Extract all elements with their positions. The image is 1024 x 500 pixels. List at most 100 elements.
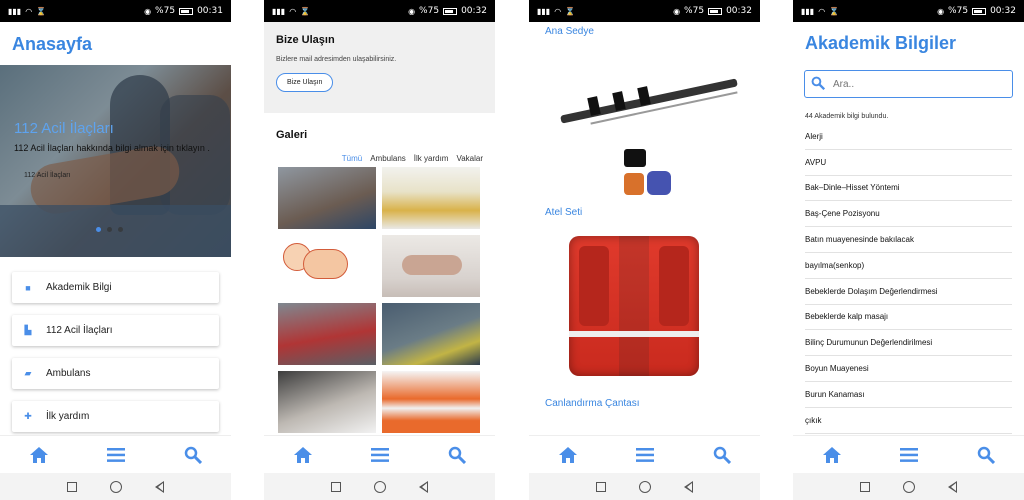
filter-ilk-yardim[interactable]: İlk yardım [414, 154, 449, 163]
home-menu: ■ Akademik Bilgi ▙ 112 Acil İlaçları ▰ Ambu… [0, 257, 231, 432]
home-icon[interactable] [283, 446, 323, 464]
hourglass-icon: ⌛ [829, 6, 840, 16]
search-icon [811, 76, 826, 93]
battery-icon [708, 7, 723, 15]
battery-percent: %75 [948, 6, 969, 16]
stretcher-image[interactable] [529, 37, 760, 207]
home-circle-icon[interactable] [902, 480, 915, 493]
home-circle-icon[interactable] [638, 480, 651, 493]
bottom-nav [793, 435, 1024, 473]
bottom-nav [264, 435, 495, 473]
search-field[interactable] [804, 70, 1013, 98]
equipment-title[interactable]: Ana Sedye [529, 22, 760, 37]
clock: 00:32 [461, 6, 487, 16]
result-count: 44 Akademik bilgi bulundu. [805, 113, 889, 120]
hero-carousel[interactable]: 112 Acil İlaçları 112 Acil İlaçları hakk… [0, 65, 231, 257]
gallery-image[interactable] [382, 235, 480, 297]
list-item[interactable]: Boyun Muayenesi [805, 356, 1012, 382]
back-icon[interactable] [684, 480, 694, 493]
equipment-title[interactable]: Canlandırma Çantası [529, 398, 760, 409]
menu-item-label: Akademik Bilgi [46, 282, 112, 293]
backpack-image[interactable] [529, 218, 760, 398]
equipment-title[interactable]: Atel Seti [529, 207, 760, 218]
search-input[interactable] [833, 78, 1003, 90]
menu-item-ilk-yardim[interactable]: ✚ İlk yardım [12, 401, 219, 432]
filter-vakalar[interactable]: Vakalar [456, 154, 483, 163]
home-circle-icon[interactable] [373, 480, 386, 493]
menu-item-ambulans[interactable]: ▰ Ambulans [12, 358, 219, 389]
medicine-icon: ▙ [24, 325, 32, 335]
eye-icon: ◉ [937, 6, 945, 16]
hero-link[interactable]: 112 Acil İlaçları [24, 172, 71, 179]
gallery-image[interactable] [278, 303, 376, 365]
eye-icon: ◉ [673, 6, 681, 16]
menu-icon[interactable] [889, 447, 929, 462]
signal-icon: ▮▮▮ [8, 6, 22, 16]
contact-section: Bize Ulaşın Bizlere mail adresimden ulaş… [264, 22, 495, 113]
gallery-image[interactable] [382, 303, 480, 365]
screen-home: ▮▮▮ ◠ ⌛ ◉ %75 00:31 Anasayfa 112 Acil İlaçla… [0, 0, 231, 500]
list-item[interactable]: Bebeklerde kalp masajı [805, 305, 1012, 331]
menu-item-akademik-bilgi[interactable]: ■ Akademik Bilgi [12, 272, 219, 303]
system-nav [264, 473, 495, 500]
menu-icon[interactable] [625, 447, 665, 462]
eye-icon: ◉ [144, 6, 152, 16]
list-item[interactable]: Bebeklerde Dolaşım Değerlendirmesi [805, 279, 1012, 305]
search-icon[interactable] [966, 446, 1006, 464]
home-icon[interactable] [812, 446, 852, 464]
screen-contact-gallery: ▮▮▮ ◠ ⌛ ◉ %75 00:32 Bize Ulaşın Bizlere mail… [264, 0, 495, 500]
status-bar: ▮▮▮ ◠ ⌛ ◉ %75 00:32 [529, 0, 760, 22]
gallery-image[interactable] [382, 371, 480, 433]
gallery-title: Galeri [276, 129, 308, 141]
filter-tumu[interactable]: Tümü [342, 154, 362, 163]
back-icon[interactable] [948, 480, 958, 493]
home-icon[interactable] [19, 446, 59, 464]
list-item[interactable]: çıkık [805, 408, 1012, 434]
back-icon[interactable] [419, 480, 429, 493]
home-icon[interactable] [548, 446, 588, 464]
carousel-dots [96, 227, 123, 232]
list-item[interactable]: Bak–Dinle–Hisset Yöntemi [805, 176, 1012, 202]
contact-button[interactable]: Bize Ulaşın [276, 73, 334, 92]
list-item[interactable]: Burun Kanaması [805, 382, 1012, 408]
status-bar: ▮▮▮ ◠ ⌛ ◉ %75 00:31 [0, 0, 231, 22]
system-nav [793, 473, 1024, 500]
carousel-dot[interactable] [96, 227, 101, 232]
list-item[interactable]: AVPU [805, 150, 1012, 176]
menu-icon[interactable] [96, 447, 136, 462]
recents-icon[interactable] [330, 481, 341, 492]
status-bar: ▮▮▮ ◠ ⌛ ◉ %75 00:32 [264, 0, 495, 22]
list-item[interactable]: Baş-Çene Pozisyonu [805, 201, 1012, 228]
filter-ambulans[interactable]: Ambulans [370, 154, 406, 163]
first-aid-icon: ✚ [24, 411, 32, 421]
menu-item-acil-ilaclari[interactable]: ▙ 112 Acil İlaçları [12, 315, 219, 346]
gallery-image[interactable] [278, 235, 376, 297]
wifi-icon: ◠ [554, 6, 562, 16]
search-icon[interactable] [173, 446, 213, 464]
search-icon[interactable] [702, 446, 742, 464]
carousel-dot[interactable] [107, 227, 112, 232]
back-icon[interactable] [155, 480, 165, 493]
list-item[interactable]: Alerji [805, 124, 1012, 150]
carousel-dot[interactable] [118, 227, 123, 232]
recents-icon[interactable] [66, 481, 77, 492]
menu-icon[interactable] [360, 447, 400, 462]
contact-description: Bizlere mail adresimden ulaşabilirsiniz. [276, 56, 397, 63]
gallery-image[interactable] [382, 167, 480, 229]
battery-icon [179, 7, 194, 15]
gallery-image[interactable] [278, 371, 376, 433]
menu-item-label: Ambulans [46, 368, 91, 379]
gallery-image[interactable] [278, 167, 376, 229]
home-circle-icon[interactable] [109, 480, 122, 493]
wifi-icon: ◠ [818, 6, 826, 16]
status-bar: ▮▮▮ ◠ ⌛ ◉ %75 00:32 [793, 0, 1024, 22]
list-item[interactable]: Bilinç Durumunun Değerlendirilmesi [805, 330, 1012, 357]
recents-icon[interactable] [595, 481, 606, 492]
hourglass-icon: ⌛ [36, 6, 47, 16]
list-item[interactable]: bayılma(senkop) [805, 253, 1012, 279]
search-icon[interactable] [437, 446, 477, 464]
clock: 00:32 [726, 6, 752, 16]
menu-item-label: İlk yardım [46, 411, 90, 422]
list-item[interactable]: Batın muayenesinde bakılacak [805, 227, 1012, 253]
recents-icon[interactable] [859, 481, 870, 492]
